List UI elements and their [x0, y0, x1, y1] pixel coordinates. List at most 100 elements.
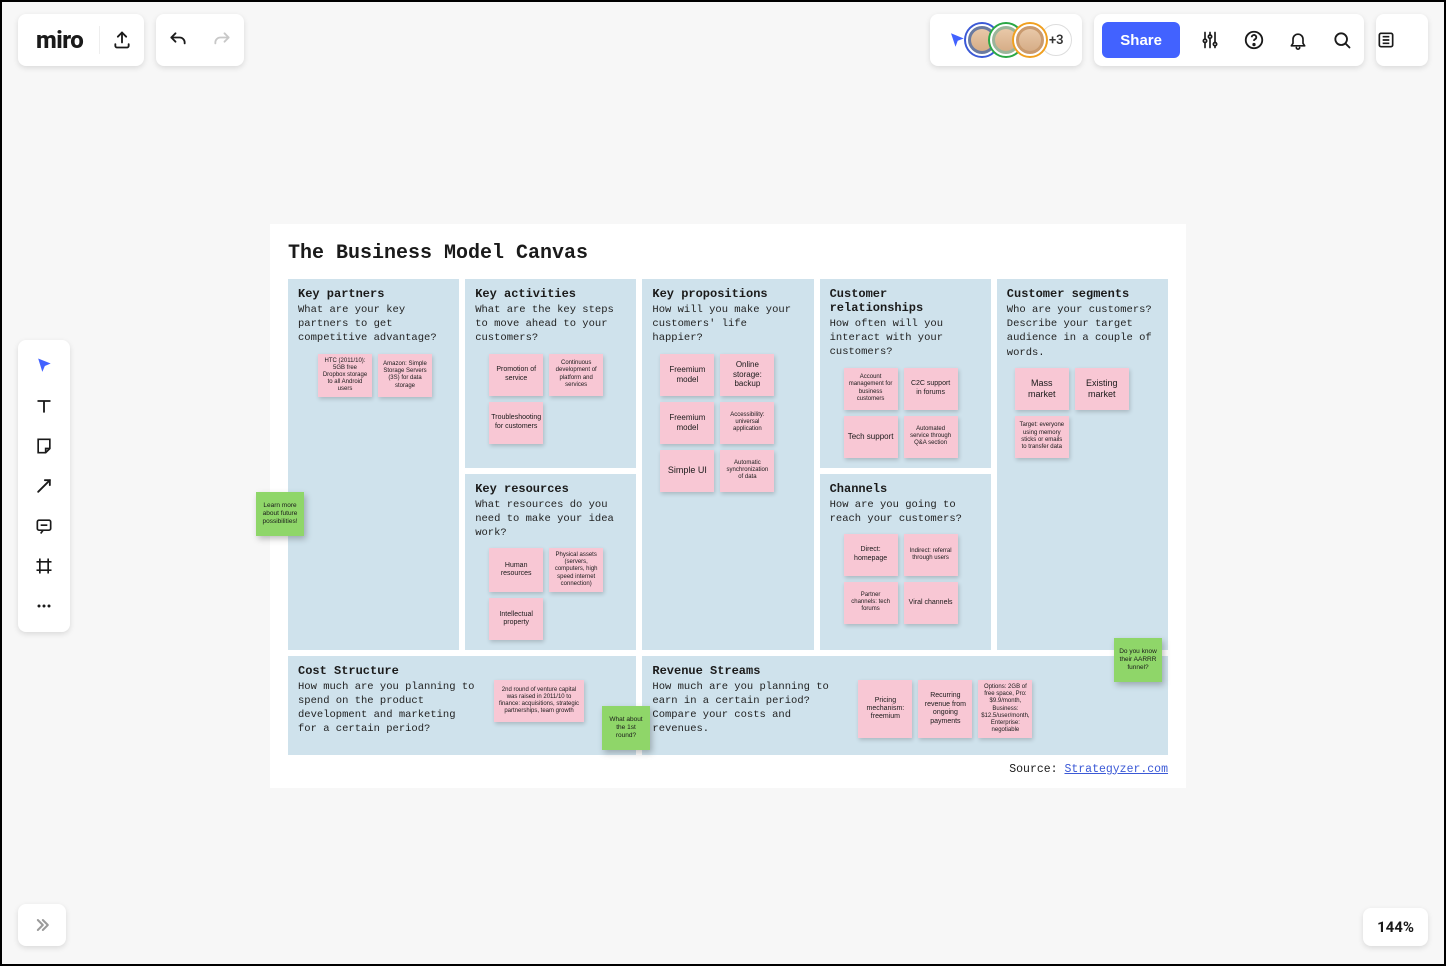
panel-revenue-streams[interactable]: Revenue Streams How much are you plannin…: [642, 656, 1168, 755]
sticky-note[interactable]: Pricing mechanism: freemium: [858, 680, 912, 738]
pointer-icon: [34, 356, 54, 376]
canvas-grid: Key partners What are your key partners …: [288, 279, 1168, 755]
sticky-note[interactable]: Simple UI: [660, 450, 714, 492]
panel-customer-segments[interactable]: Customer segments Who are your customers…: [997, 279, 1168, 650]
panel-title: Key partners: [298, 287, 449, 301]
sticky-note[interactable]: Freemium model: [660, 402, 714, 444]
text-tool[interactable]: [24, 386, 64, 426]
sticky-note[interactable]: Viral channels: [904, 582, 958, 624]
frame-tool[interactable]: [24, 546, 64, 586]
sticky-tool[interactable]: [24, 426, 64, 466]
chevron-right-double-icon: [32, 915, 52, 935]
panel-subtitle: What resources do you need to make your …: [475, 498, 626, 541]
text-icon: [34, 396, 54, 416]
panel-title: Customer relationships: [830, 287, 981, 315]
zoom-indicator[interactable]: 144%: [1363, 908, 1428, 946]
sticky-note[interactable]: Tech support: [844, 416, 898, 458]
share-button[interactable]: Share: [1102, 22, 1180, 58]
panel-icon: [1376, 30, 1396, 50]
sticky-note[interactable]: Existing market: [1075, 368, 1129, 410]
sticky-note[interactable]: Intellectual property: [489, 598, 543, 640]
sticky-note[interactable]: C2C support in forums: [904, 368, 958, 410]
panel-subtitle: How much are you planning to earn in a c…: [652, 680, 842, 737]
panel-subtitle: How will you make your customers' life h…: [652, 303, 803, 346]
sticky-note[interactable]: Partner channels: tech forums: [844, 582, 898, 624]
panel-channels[interactable]: Channels How are you going to reach your…: [820, 474, 991, 650]
sticky-note[interactable]: Troubleshooting for customers: [489, 402, 543, 444]
panel-title: Key resources: [475, 482, 626, 496]
more-tools[interactable]: [24, 586, 64, 626]
help-icon: [1243, 29, 1265, 51]
select-tool[interactable]: [24, 346, 64, 386]
sticky-note[interactable]: Mass market: [1015, 368, 1069, 410]
undo-icon: [168, 30, 188, 50]
collapse-toolbar-button[interactable]: [18, 904, 66, 946]
sticky-note[interactable]: Promotion of service: [489, 354, 543, 396]
panel-cost-structure[interactable]: Cost Structure How much are you planning…: [288, 656, 636, 755]
export-button[interactable]: [100, 14, 144, 66]
sticky-note[interactable]: Options: 2GB of free space, Pro: $9.9/mo…: [978, 680, 1032, 738]
undo-button[interactable]: [156, 14, 200, 66]
redo-icon: [212, 30, 232, 50]
sticky-note[interactable]: Direct: homepage: [844, 534, 898, 576]
redo-button[interactable]: [200, 14, 244, 66]
presence-group: +3: [930, 14, 1082, 66]
sticky-note[interactable]: Continuous development of platform and s…: [549, 354, 603, 396]
sticky-note-icon: [34, 436, 54, 456]
notifications-button[interactable]: [1276, 14, 1320, 66]
miro-logo[interactable]: miro: [18, 26, 99, 54]
bell-icon: [1288, 30, 1308, 50]
panel-subtitle: How are you going to reach your customer…: [830, 498, 981, 526]
board-title: The Business Model Canvas: [288, 242, 1168, 265]
panel-subtitle: How often will you interact with your cu…: [830, 317, 981, 360]
panel-title: Channels: [830, 482, 981, 496]
sticky-note[interactable]: Human resources: [489, 548, 543, 592]
undo-redo-group: [156, 14, 244, 66]
search-icon: [1332, 30, 1352, 50]
help-button[interactable]: [1232, 14, 1276, 66]
panel-key-resources[interactable]: Key resources What resources do you need…: [465, 474, 636, 650]
sticky-note[interactable]: Freemium model: [660, 354, 714, 396]
panel-key-propositions[interactable]: Key propositions How will you make your …: [642, 279, 813, 650]
settings-button[interactable]: [1188, 14, 1232, 66]
logo-upload-group: miro: [18, 14, 144, 66]
source-attribution: Source: Strategyzer.com: [288, 763, 1168, 776]
more-icon: [34, 596, 54, 616]
sticky-note-green[interactable]: Learn more about future possibilities!: [256, 492, 304, 536]
panel-title: Key activities: [475, 287, 626, 301]
source-link[interactable]: Strategyzer.com: [1064, 763, 1168, 776]
sticky-note[interactable]: Accessibility: universal application: [720, 402, 774, 444]
panel-subtitle: Who are your customers? Describe your ta…: [1007, 303, 1158, 360]
frame-icon: [34, 556, 54, 576]
canvas-board[interactable]: The Business Model Canvas Key partners W…: [270, 224, 1186, 788]
sticky-note[interactable]: 2nd round of venture capital was raised …: [494, 680, 584, 722]
panel-key-partners[interactable]: Key partners What are your key partners …: [288, 279, 459, 650]
search-button[interactable]: [1320, 14, 1364, 66]
sticky-note-green[interactable]: Do you know their AARRR funnel?: [1114, 638, 1162, 682]
tools-sidebar: [18, 340, 70, 632]
sticky-note[interactable]: Physical assets (servers, computers, hig…: [549, 548, 603, 592]
sticky-note[interactable]: Automated service through Q&A section: [904, 416, 958, 458]
comment-icon: [34, 516, 54, 536]
panel-subtitle: What are the key steps to move ahead to …: [475, 303, 626, 346]
panel-customer-relationships[interactable]: Customer relationships How often will yo…: [820, 279, 991, 468]
sticky-note[interactable]: Recurring revenue from ongoing payments: [918, 680, 972, 738]
side-panel-toggle[interactable]: [1376, 14, 1428, 66]
sticky-note[interactable]: HTC (2011/10): 5GB free Dropbox storage …: [318, 354, 372, 398]
shapes-tool[interactable]: [24, 466, 64, 506]
sticky-note[interactable]: Indirect: referral through users: [904, 534, 958, 576]
sticky-note[interactable]: Amazon: Simple Storage Servers (3S) for …: [378, 354, 432, 398]
sticky-note[interactable]: Online storage: backup: [720, 354, 774, 396]
sticky-note[interactable]: Automatic synchronization of data: [720, 450, 774, 492]
panel-title: Key propositions: [652, 287, 803, 301]
comment-tool[interactable]: [24, 506, 64, 546]
sticky-note[interactable]: Target: everyone using memory sticks or …: [1015, 416, 1069, 458]
panel-key-activities[interactable]: Key activities What are the key steps to…: [465, 279, 636, 468]
panel-subtitle: How much are you planning to spend on th…: [298, 680, 478, 737]
sticky-note[interactable]: Account management for business customer…: [844, 368, 898, 410]
top-toolbar: miro +3 Share: [18, 14, 1428, 66]
avatar-user-3[interactable]: [1014, 24, 1046, 56]
share-tools-group: Share: [1094, 14, 1364, 66]
topbar-right: +3 Share: [930, 14, 1428, 66]
sticky-note-green[interactable]: What about the 1st round?: [602, 706, 650, 750]
